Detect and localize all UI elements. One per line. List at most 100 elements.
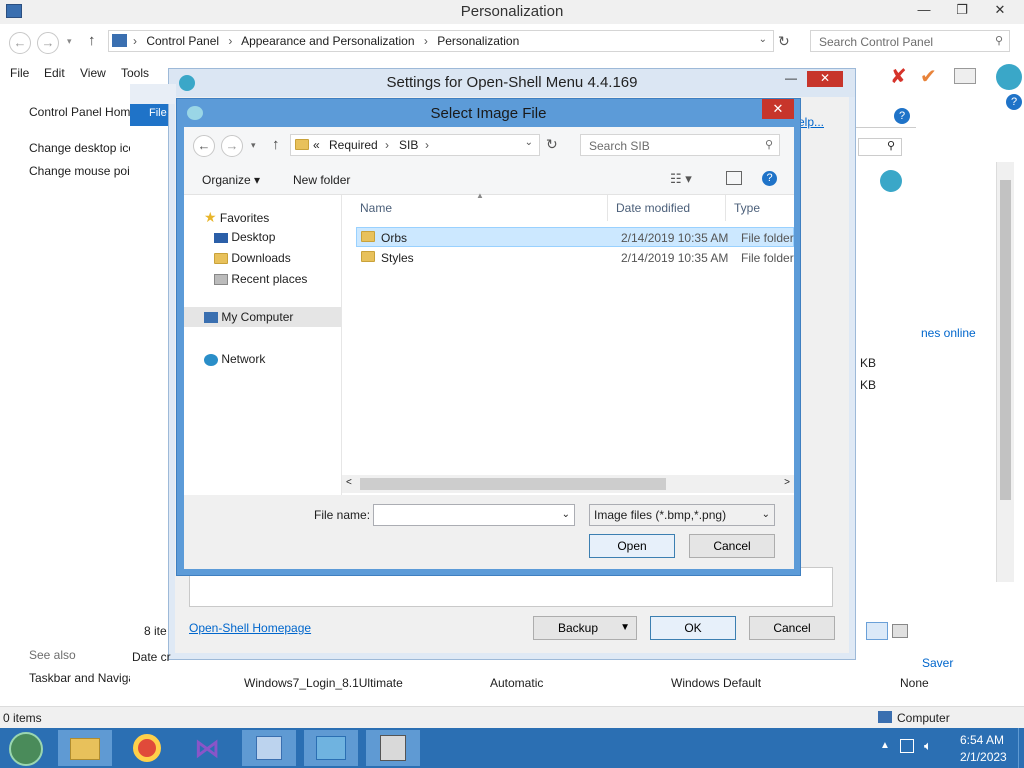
nav-desktop[interactable]: Desktop [214,230,275,244]
open-shell-homepage-link[interactable]: Open-Shell Homepage [189,621,311,635]
recent-pages-chevron-icon[interactable]: ▾ [67,36,72,47]
dialog-address-bar[interactable]: « Required › SIB › ⌄ [290,134,540,156]
dialog-cancel-button[interactable]: Cancel [689,534,775,558]
taskbar-remote-app[interactable] [366,730,420,766]
backup-dropdown-icon[interactable]: ▼ [620,617,630,639]
show-desktop-button[interactable] [1018,728,1024,768]
clock-date[interactable]: 2/1/2023 [960,750,1007,764]
dialog-refresh-icon[interactable]: ↻ [546,136,558,153]
dialog-up-arrow-icon[interactable]: ↑ [272,136,280,153]
breadcrumb-control-panel[interactable]: Control Panel [146,34,219,48]
settings-search-icon[interactable]: ⚲ [858,138,902,156]
dialog-close-button[interactable]: ✕ [762,99,794,119]
scrollbar-thumb[interactable] [360,478,666,490]
path-required[interactable]: Required [329,138,378,152]
delete-x-icon[interactable]: ✘ [890,64,907,89]
get-more-themes-link[interactable]: nes online [921,326,976,340]
nav-downloads[interactable]: Downloads [214,251,291,265]
address-dropdown-icon[interactable]: ⌄ [759,34,767,45]
help-icon[interactable]: ? [1006,94,1022,110]
toolbar-properties-icon[interactable] [954,68,976,84]
file-type-filter-select[interactable]: Image files (*.bmp,*.png) ⌄ [589,504,775,526]
desktop-icon [214,232,228,243]
taskbar-open-shell-settings[interactable] [304,730,358,766]
scrollbar-thumb[interactable] [1000,180,1011,500]
settings-cancel-button[interactable]: Cancel [749,616,835,640]
taskbar-control-panel[interactable] [242,730,296,766]
color-value[interactable]: Automatic [490,676,543,690]
search-icon[interactable]: ⚲ [995,34,1003,47]
volume-icon[interactable]: 🔈︎ [924,738,932,754]
settings-close-button[interactable]: ✕ [807,71,843,87]
check-mark-icon[interactable]: ✔ [920,64,937,89]
search-sib-input[interactable]: Search SIB ⚲ [580,134,780,156]
details-view-icon[interactable] [866,622,888,640]
nav-network[interactable]: Network [204,352,265,366]
up-arrow-icon[interactable]: ↑ [88,32,96,49]
nav-my-computer[interactable]: My Computer [204,310,293,324]
dialog-address-dropdown-icon[interactable]: ⌄ [525,137,533,148]
path-sib[interactable]: SIB [399,138,418,152]
scroll-right-icon[interactable]: > [784,477,790,488]
column-type[interactable]: Type [726,195,794,221]
minimize-button[interactable]: — [910,0,938,22]
file-name-dropdown-icon[interactable]: ⌄ [562,505,570,525]
sounds-value[interactable]: Windows Default [671,676,761,690]
settings-ok-button[interactable]: OK [650,616,736,640]
file-list-horizontal-scrollbar[interactable]: < > [342,475,794,493]
show-hidden-icons[interactable]: ▲ [880,740,890,751]
restore-button[interactable]: ❐ [948,0,976,22]
file-name-input[interactable]: ⌄ [373,504,575,526]
breadcrumb-appearance[interactable]: Appearance and Personalization [241,34,414,48]
file-row-styles[interactable]: Styles 2/14/2019 10:35 AM File folder [356,248,794,268]
help-link[interactable]: elp... [798,115,824,129]
address-bar[interactable]: › Control Panel › Appearance and Persona… [108,30,774,52]
preview-pane-icon[interactable] [726,171,742,185]
taskbar-visual-studio[interactable]: ⋈ [180,730,234,766]
back-button[interactable]: ← [9,32,31,54]
settings-help-icon[interactable]: ? [894,108,910,124]
search-control-panel-input[interactable]: Search Control Panel ⚲ [810,30,1010,52]
refresh-icon[interactable]: ↻ [778,33,790,50]
dialog-help-icon[interactable]: ? [762,171,777,186]
open-shell-logo-icon[interactable] [996,64,1022,90]
menu-edit[interactable]: Edit [44,66,65,80]
network-tray-icon[interactable] [900,739,914,753]
path-overflow[interactable]: « [313,138,320,152]
open-button[interactable]: Open [589,534,675,558]
main-vertical-scrollbar[interactable] [996,162,1014,582]
menu-file[interactable]: File [10,66,29,80]
left-navigation-pane: Control Panel Home Change desktop icons … [0,84,156,704]
new-folder-button[interactable]: New folder [293,173,350,187]
dialog-forward-button[interactable]: → [221,135,243,157]
close-button[interactable]: ✕ [986,0,1014,22]
nav-recent-places[interactable]: Recent places [214,272,307,286]
taskbar-chrome[interactable] [120,730,174,766]
taskbar-file-explorer[interactable] [58,730,112,766]
start-button[interactable] [0,730,54,766]
file-row-orbs[interactable]: Orbs 2/14/2019 10:35 AM File folder [356,227,794,247]
filter-dropdown-icon[interactable]: ⌄ [762,505,770,525]
downloads-folder-icon [214,253,228,265]
scroll-left-icon[interactable]: < [346,477,352,488]
link-control-panel-home[interactable]: Control Panel Home [29,105,137,119]
screen-saver-value[interactable]: None [900,676,929,690]
menu-view[interactable]: View [80,66,106,80]
settings-minimize-button[interactable]: — [781,71,801,87]
backup-button[interactable]: Backup ▼ [533,616,637,640]
file-tab[interactable]: File [130,104,168,126]
desktop-background-value[interactable]: Windows7_Login_8.1Ultimate [244,676,403,690]
change-view-icon[interactable]: ☷ ▾ [670,171,692,187]
forward-button[interactable]: → [37,32,59,54]
screen-saver-link[interactable]: Saver [922,656,953,670]
dialog-recent-chevron-icon[interactable]: ▾ [251,140,256,151]
nav-favorites[interactable]: ★ Favorites [204,209,269,226]
dialog-back-button[interactable]: ← [193,135,215,157]
organize-button[interactable]: Organize ▾ [202,173,260,187]
breadcrumb-personalization[interactable]: Personalization [437,34,519,48]
column-date-modified[interactable]: Date modified [608,195,726,221]
thumbnail-view-icon[interactable] [892,624,908,638]
clock-time[interactable]: 6:54 AM [960,733,1004,747]
dialog-search-icon[interactable]: ⚲ [765,138,773,151]
menu-tools[interactable]: Tools [121,66,149,80]
